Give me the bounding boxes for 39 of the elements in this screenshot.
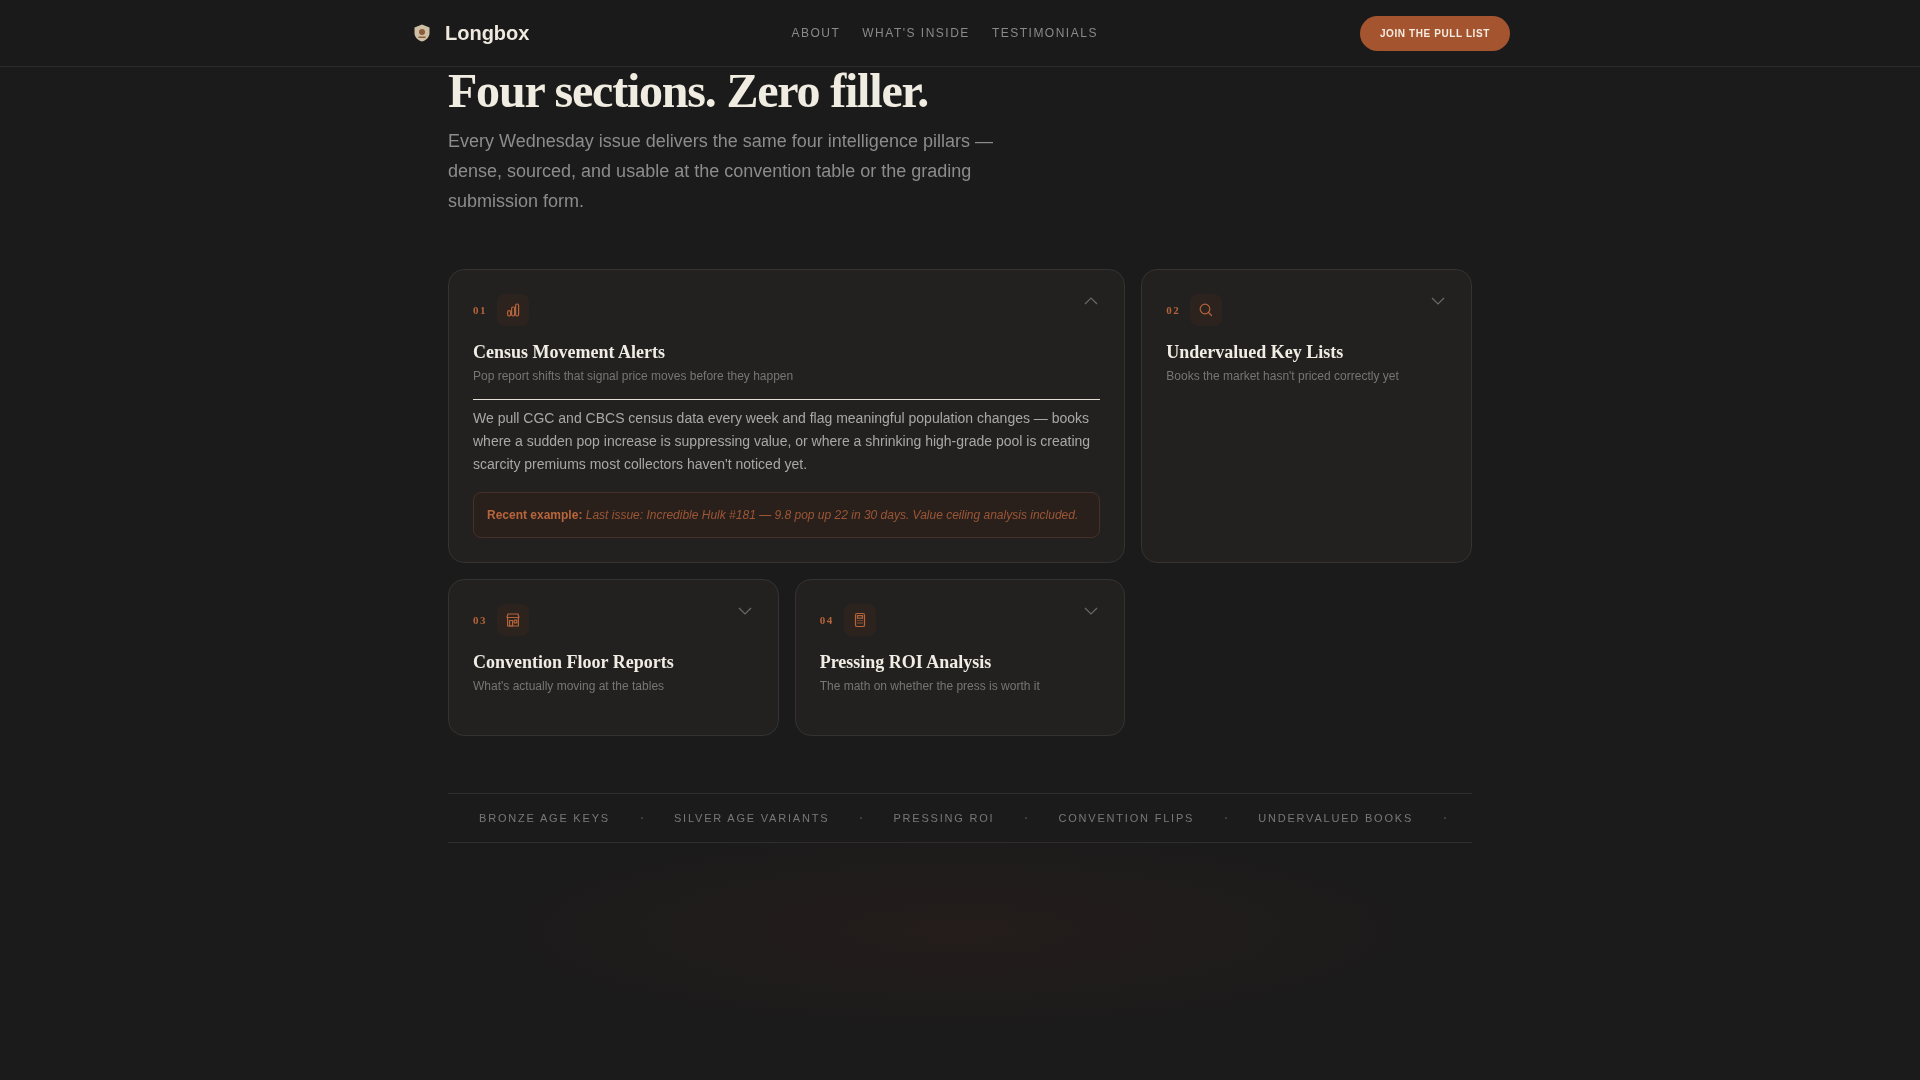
crest-icon <box>413 24 431 42</box>
section-card[interactable]: 02 Undervalued Key Lists Books the market hasn't priced correctly yet <box>1141 268 1472 563</box>
section-number: 03 <box>473 612 487 628</box>
chevron-down-icon[interactable] <box>1431 296 1445 305</box>
storefront-icon <box>497 603 529 636</box>
section-body: We pull CGC and CBCS census data every week and flag meaningful population changes — books where a sudden pop increase is suppressing value, or where a shrinking high-grade pool is creating scarcity premiums most collectors haven't noticed yet. <box>473 408 1092 474</box>
intro-text: Every Wednesday issue delivers the same four intelligence pillars — dense, sourced, and usable at the convention table or the grading submission form. <box>448 129 994 213</box>
topic-label: UNDERVALUED BOOKS <box>1258 811 1414 824</box>
section-subtitle: Pop report shifts that signal price moves before they happen <box>473 367 795 385</box>
section-number: 04 <box>819 612 834 628</box>
chevron-up-icon[interactable] <box>1084 296 1099 305</box>
nav-link[interactable]: ABOUT <box>791 26 841 40</box>
section-number: 02 <box>1166 302 1181 318</box>
section-card[interactable]: 03 Convention Floor Reports What's actually moving at the tables <box>448 578 779 736</box>
topic-label: CONVENTION FLIPS <box>1058 811 1195 824</box>
nav-link[interactable]: WHAT'S INSIDE <box>862 26 970 40</box>
nav-link[interactable]: TESTIMONIALS <box>991 26 1098 40</box>
join-button[interactable]: JOIN THE PULL LIST <box>1359 15 1510 51</box>
calculator-icon <box>843 603 876 636</box>
search-icon <box>1190 293 1223 326</box>
section-subtitle: What's actually moving at the tables <box>473 677 666 695</box>
section-title: Pressing ROI Analysis <box>819 650 993 674</box>
chevron-down-icon[interactable] <box>737 606 752 615</box>
section-title: Undervalued Key Lists <box>1166 340 1345 364</box>
topic-label: BRONZE AGE KEYS <box>479 811 610 824</box>
section-card[interactable] <box>448 268 1126 563</box>
example-callout: Recent example: Last issue: Incredible Hulk #181 — 9.8 pop up 22 in 30 days. Value ceiling analysis included. <box>473 491 1101 538</box>
section-subtitle: Books the market hasn't priced correctly yet <box>1166 367 1400 385</box>
topic-label: SILVER AGE VARIANTS <box>673 811 830 824</box>
topic-label: PRESSING ROI <box>893 811 995 824</box>
brand-logo-link[interactable]: Longbox <box>410 21 530 45</box>
section-number: 01 <box>473 302 487 318</box>
section-title: Census Movement Alerts <box>473 340 666 364</box>
section-title: Convention Floor Reports <box>473 650 675 674</box>
section-card[interactable]: 04 Pressing ROI Analysis The math on whether the press is worth it <box>794 578 1126 736</box>
chevron-down-icon[interactable] <box>1084 606 1099 615</box>
section-heading: Four sections. Zero filler. <box>448 68 929 114</box>
section-subtitle: The math on whether the press is worth it <box>819 677 1041 695</box>
bar-chart-icon <box>497 293 529 326</box>
